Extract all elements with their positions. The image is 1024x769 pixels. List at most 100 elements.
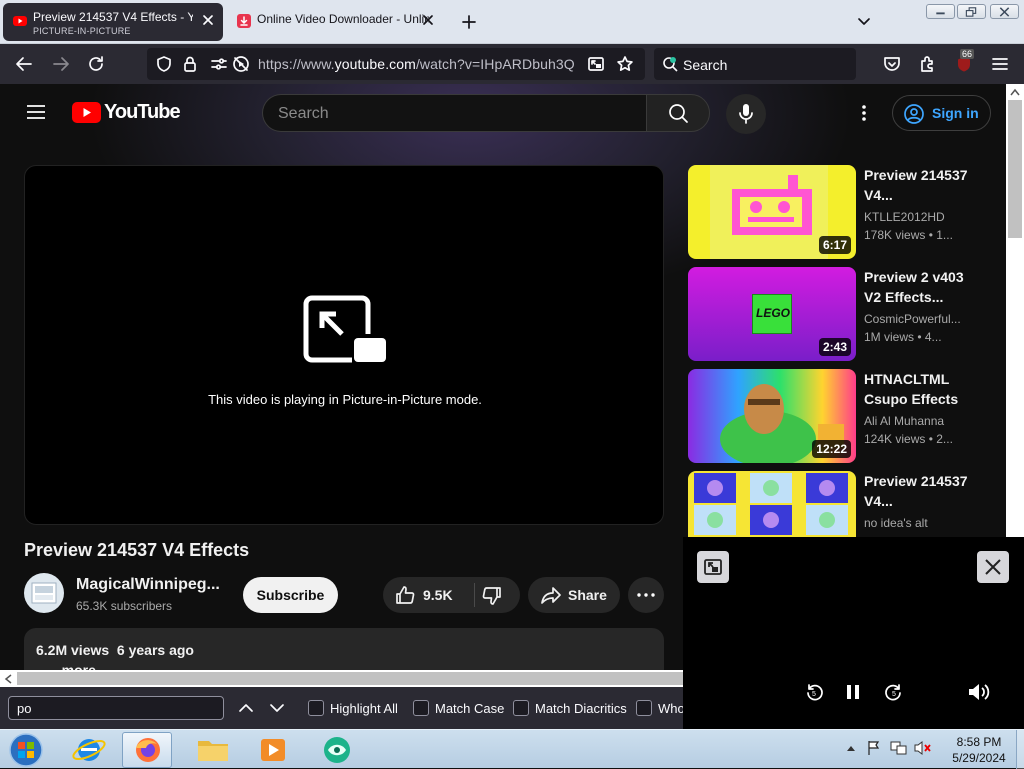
scrollbar-thumb[interactable] [17, 672, 683, 685]
sign-in-button[interactable]: Sign in [892, 95, 991, 131]
browser-search-bar[interactable]: Search [654, 48, 856, 80]
video-player[interactable]: This video is playing in Picture-in-Pict… [24, 165, 664, 525]
action-center-flag-icon[interactable] [866, 740, 882, 756]
seek-forward-5-icon[interactable]: 5 [885, 683, 903, 701]
view-count-and-date: 6.2M views 6 years ago [36, 642, 194, 658]
ublock-extension-button[interactable]: 66 [953, 49, 975, 75]
youtube-search-input[interactable]: Search [262, 94, 646, 132]
network-icon[interactable] [890, 740, 908, 756]
forward-arrow-icon[interactable] [51, 54, 71, 74]
media-player-icon [261, 739, 285, 761]
back-arrow-icon[interactable] [14, 54, 34, 74]
channel-avatar[interactable] [24, 573, 64, 613]
checkbox-box[interactable] [308, 700, 324, 716]
start-button[interactable] [4, 732, 48, 768]
more-options-vertical-icon[interactable] [860, 104, 868, 122]
video-title[interactable]: HTNACLTML Csupo Effects [864, 369, 982, 409]
voice-search-button[interactable] [726, 94, 766, 134]
channel-name[interactable]: MagicalWinnipeg... [76, 576, 220, 594]
microphone-icon [739, 104, 753, 124]
pip-back-to-tab-button[interactable] [697, 551, 729, 583]
minimize-window-button[interactable] [926, 4, 955, 19]
extensions-puzzle-icon[interactable] [918, 54, 938, 74]
picture-in-picture-window[interactable]: 5 5 [683, 537, 1024, 729]
browser-navigation-bar: https://www.youtube.com/watch?v=IHpARDbu… [0, 44, 1024, 84]
more-actions-button[interactable] [628, 577, 664, 613]
permissions-icon[interactable] [210, 56, 228, 72]
volume-muted-icon[interactable] [914, 740, 932, 756]
new-tab-plus-icon[interactable] [460, 13, 478, 31]
picture-in-picture-toggle-icon[interactable] [587, 55, 605, 73]
pause-icon[interactable] [845, 683, 861, 701]
tab-title: Online Video Downloader - Unlimited [257, 12, 429, 26]
reload-icon[interactable] [86, 54, 106, 74]
recommended-video[interactable]: LEGO 2:43 Preview 2 v403 V2 Effects... C… [688, 267, 988, 361]
address-bar[interactable]: https://www.youtube.com/watch?v=IHpARDbu… [147, 48, 645, 80]
search-icon [669, 104, 688, 123]
seek-back-5-icon[interactable]: 5 [805, 683, 823, 701]
youtube-search-button[interactable] [646, 94, 710, 132]
dislike-button[interactable] [475, 577, 520, 613]
clock-time: 8:58 PM [956, 735, 1002, 749]
recommended-video[interactable]: Preview 214537 V4... no idea's alt [688, 471, 988, 537]
video-title[interactable]: Preview 214537 V4... [864, 471, 982, 511]
volume-icon[interactable] [967, 681, 991, 703]
video-title[interactable]: Preview 2 v403 V2 Effects... [864, 267, 982, 307]
guide-menu-icon[interactable] [26, 104, 46, 120]
picture-in-picture-icon [303, 295, 386, 363]
tab-youtube[interactable]: Preview 214537 V4 Effects - YouTube PICT… [3, 3, 223, 41]
show-hidden-icons-icon[interactable] [846, 744, 856, 752]
recommended-video[interactable]: 6:17 Preview 214537 V4... KTLLE2012HD 17… [688, 165, 988, 259]
close-tab-icon[interactable] [422, 14, 434, 26]
taskbar-firefox[interactable] [122, 732, 172, 768]
find-input[interactable]: po [8, 696, 224, 720]
share-button[interactable]: Share [528, 577, 620, 613]
subscribe-button[interactable]: Subscribe [243, 577, 338, 613]
channel-name[interactable]: Ali Al Muhanna [864, 414, 982, 428]
recommended-video[interactable]: 12:22 HTNACLTML Csupo Effects Ali Al Muh… [688, 369, 988, 463]
downloader-favicon-icon [237, 14, 251, 28]
menu-hamburger-icon[interactable] [990, 54, 1010, 74]
taskbar-file-explorer[interactable] [188, 732, 238, 768]
share-label: Share [568, 587, 607, 603]
pip-mode-message: This video is playing in Picture-in-Pict… [208, 392, 482, 407]
thumbs-down-icon [482, 587, 501, 605]
scroll-up-arrow-icon[interactable] [1010, 88, 1020, 96]
checkbox-box[interactable] [636, 700, 652, 716]
account-circle-icon [904, 104, 924, 124]
app-globe-icon [324, 737, 350, 763]
taskbar-app[interactable] [312, 732, 362, 768]
channel-name[interactable]: CosmicPowerful... [864, 312, 982, 326]
system-clock[interactable]: 8:58 PM 5/29/2024 [944, 734, 1014, 766]
like-button[interactable]: 9.5K [383, 577, 474, 613]
scrollbar-thumb[interactable] [1008, 100, 1022, 238]
video-title[interactable]: Preview 214537 V4... [864, 165, 982, 205]
close-window-button[interactable] [990, 4, 1019, 19]
find-next-chevron-down-icon[interactable] [269, 700, 285, 716]
restore-window-button[interactable] [957, 4, 986, 19]
url-text[interactable]: https://www.youtube.com/watch?v=IHpARDbu… [258, 56, 575, 72]
video-thumbnail [688, 471, 856, 537]
pocket-icon[interactable] [882, 54, 902, 74]
channel-name[interactable]: KTLLE2012HD [864, 210, 982, 224]
bookmark-star-icon[interactable] [616, 55, 634, 73]
tab-video-downloader[interactable]: Online Video Downloader - Unlimited [227, 3, 443, 41]
youtube-favicon-icon [13, 16, 27, 26]
autoplay-blocked-icon[interactable] [232, 55, 250, 73]
shield-icon[interactable] [155, 55, 173, 73]
show-desktop-button[interactable] [1016, 730, 1024, 769]
svg-text:5: 5 [812, 691, 816, 698]
close-tab-icon[interactable] [202, 14, 214, 26]
find-previous-chevron-up-icon[interactable] [238, 700, 254, 716]
checkbox-box[interactable] [513, 700, 529, 716]
list-all-tabs-chevron-icon[interactable] [856, 15, 872, 29]
back-to-tab-icon [704, 559, 722, 575]
pip-close-button[interactable] [977, 551, 1009, 583]
taskbar-internet-explorer[interactable] [64, 732, 114, 768]
checkbox-box[interactable] [413, 700, 429, 716]
lock-icon[interactable] [182, 55, 198, 73]
channel-name[interactable]: no idea's alt [864, 516, 982, 530]
taskbar-media-player[interactable] [248, 732, 298, 768]
svg-text:5: 5 [892, 691, 896, 698]
scroll-left-arrow-icon[interactable] [4, 674, 12, 684]
